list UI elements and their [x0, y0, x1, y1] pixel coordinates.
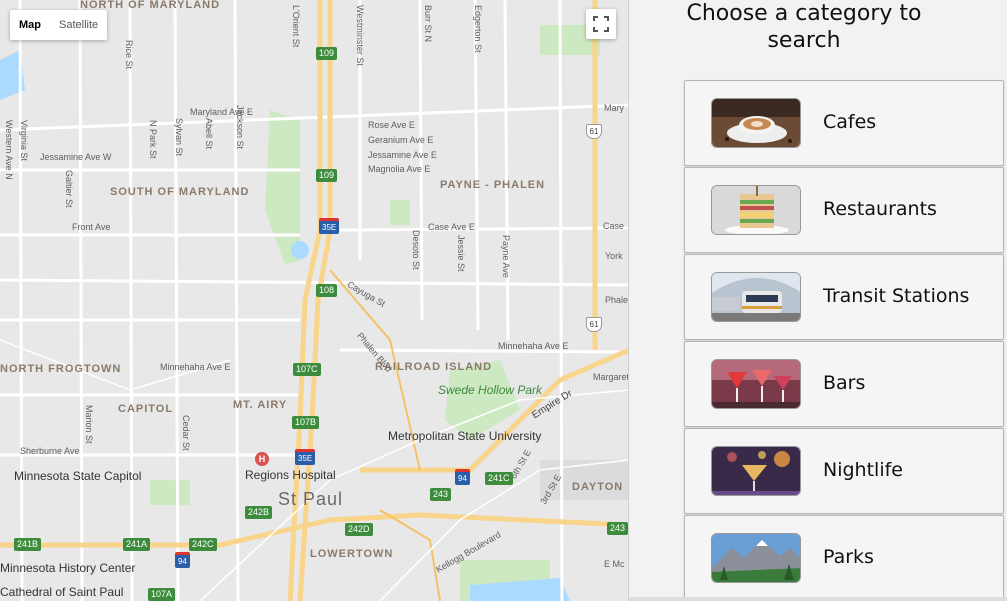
mountain-park-photo [711, 533, 801, 583]
street-label: Minnehaha Ave E [498, 341, 569, 351]
route-shield: 107B [292, 416, 320, 429]
map-type-control: Map Satellite [10, 10, 108, 40]
district-label: DAYTON [572, 481, 624, 493]
district-label: NORTH OF MARYLAND [80, 0, 221, 11]
train-station-photo [711, 272, 801, 322]
street-label: Magnolia Ave E [368, 164, 431, 174]
interstate-shield: 94 [175, 552, 190, 568]
category-restaurants[interactable]: Restaurants [684, 167, 1004, 253]
street-label: Westminster St [355, 5, 365, 66]
place-label[interactable]: Minnesota State Capitol [14, 470, 141, 482]
street-label: E Mc [604, 559, 625, 569]
street-label: Case [603, 221, 625, 231]
route-shield: 242D [345, 523, 373, 536]
category-label: Restaurants [823, 198, 937, 220]
interstate-shield: 35E [319, 218, 340, 234]
route-shield: 107A [148, 588, 176, 601]
street-label: Jessamine Ave E [368, 150, 437, 160]
fullscreen-button[interactable] [586, 9, 616, 39]
district-label: NORTH FROGTOWN [0, 363, 122, 375]
street-label: Front Ave [72, 222, 111, 232]
map-canvas[interactable] [0, 0, 629, 601]
route-shield: 107C [293, 363, 321, 376]
street-label: Jessamine Ave W [40, 152, 112, 162]
category-transit-stations[interactable]: Transit Stations [684, 254, 1004, 340]
street-label: Rice St [124, 40, 134, 70]
route-shield: 241B [14, 538, 42, 551]
street-label: Burr St N [423, 5, 433, 43]
place-label[interactable]: Minnesota History Center [0, 562, 135, 574]
street-label: Case Ave E [428, 222, 475, 232]
route-shield: 242C [189, 538, 217, 551]
place-label[interactable]: Cathedral of Saint Paul [0, 586, 123, 598]
street-label: York [605, 251, 623, 261]
category-label: Parks [823, 546, 874, 568]
map[interactable]: Map Satellite NORTH OF MARYLAND SOUTH OF… [0, 0, 629, 601]
route-shield: 243 [607, 522, 628, 535]
street-label: Minnehaha Ave E [160, 362, 231, 372]
coffee-cup-photo [711, 98, 801, 148]
category-parks[interactable]: Parks [684, 515, 1004, 601]
street-label: Rose Ave E [368, 120, 415, 130]
route-shield: 109 [316, 47, 338, 60]
street-label: Jackson St [235, 105, 245, 150]
category-label: Cafes [823, 111, 877, 133]
city-label: St Paul [278, 489, 344, 509]
map-view-button[interactable]: Map [10, 10, 50, 40]
horizontal-scrollbar[interactable] [629, 597, 1007, 601]
route-shield: 241A [123, 538, 151, 551]
district-label: LOWERTOWN [310, 548, 394, 560]
district-label: PAYNE - PHALEN [440, 179, 546, 191]
street-label: Desoto St [411, 230, 421, 270]
street-label: L'Orient St [291, 5, 301, 48]
street-label: Western Ave N [4, 120, 14, 180]
category-label: Bars [823, 372, 866, 394]
category-label: Nightlife [823, 459, 903, 481]
street-label: Abell St [204, 118, 214, 150]
street-label: Marion St [84, 405, 94, 444]
fullscreen-icon [593, 16, 609, 32]
place-label[interactable]: Metropolitan State University [388, 430, 541, 442]
place-label[interactable]: Regions Hospital [245, 469, 336, 481]
street-label: Jessie St [456, 235, 466, 272]
street-label: Phalen [605, 295, 629, 305]
category-label: Transit Stations [823, 285, 970, 307]
street-label: Payne Ave [501, 235, 511, 278]
us-route-shield: 61 [586, 124, 602, 139]
street-label: N Park St [148, 120, 158, 159]
route-shield: 243 [430, 488, 452, 501]
category-panel: Choose a category to search Cafes Restau… [629, 0, 1007, 601]
us-route-shield: 61 [586, 317, 602, 332]
route-shield: 241C [485, 472, 513, 485]
category-bars[interactable]: Bars [684, 341, 1004, 427]
street-label: Geranium Ave E [368, 135, 434, 145]
interstate-shield: 35E [295, 449, 316, 465]
cocktails-photo [711, 359, 801, 409]
route-shield: 108 [316, 284, 338, 297]
district-label: MT. AIRY [233, 399, 288, 411]
satellite-view-button[interactable]: Satellite [50, 10, 107, 40]
street-label: Sherburne Ave [20, 446, 80, 456]
street-label: Margaret [593, 372, 629, 382]
district-label: CAPITOL [118, 403, 174, 415]
panel-heading: Choose a category to search [686, 1, 922, 53]
category-cafes[interactable]: Cafes [684, 80, 1004, 166]
sandwich-photo [711, 185, 801, 235]
hospital-icon[interactable]: H [255, 452, 269, 466]
street-label: Edgerton St [473, 5, 483, 53]
street-label: Galtier St [64, 170, 74, 208]
route-shield: 242B [245, 506, 273, 519]
interstate-shield: 94 [455, 469, 470, 485]
street-label: Cedar St [181, 415, 191, 451]
category-nightlife[interactable]: Nightlife [684, 428, 1004, 514]
night-drinks-photo [711, 446, 801, 496]
street-label: Mary [604, 103, 624, 113]
street-label: Sylvan St [174, 118, 184, 157]
district-label: SOUTH OF MARYLAND [110, 186, 250, 198]
park-label[interactable]: Swede Hollow Park [438, 384, 542, 396]
route-shield: 109 [316, 169, 338, 182]
street-label: Virginia St [19, 120, 29, 161]
